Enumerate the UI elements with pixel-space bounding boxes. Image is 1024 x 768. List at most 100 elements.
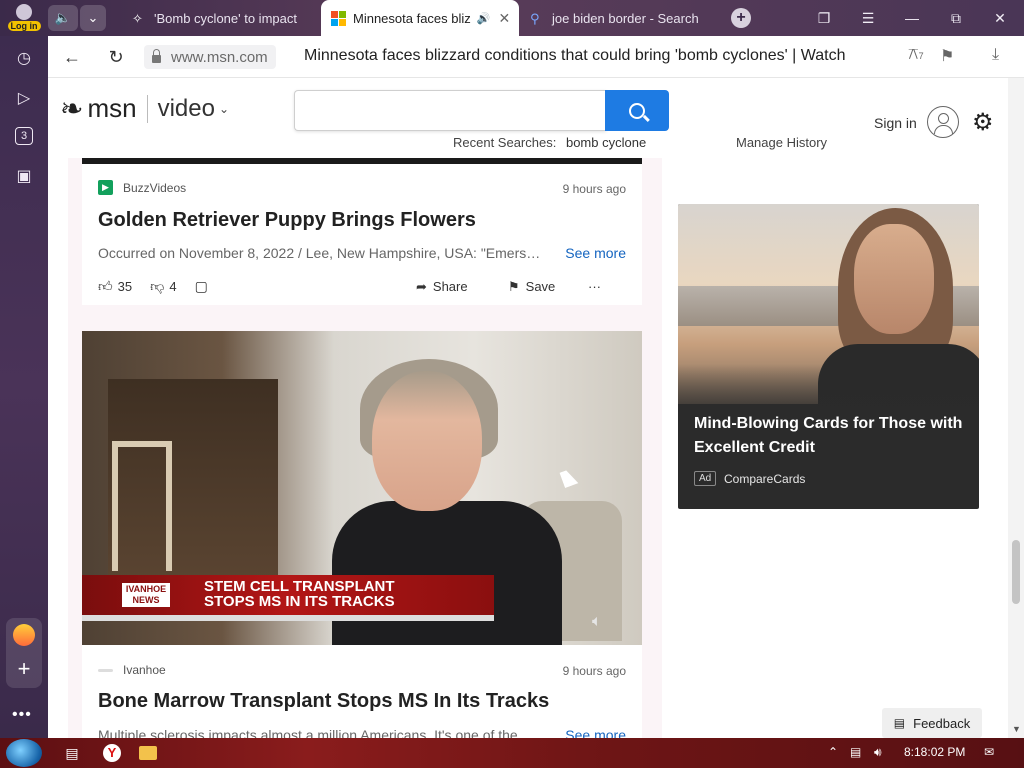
url-domain[interactable]: www.msn.com xyxy=(144,45,276,69)
see-more-link[interactable]: See more xyxy=(565,727,626,738)
page-title[interactable]: Minnesota faces blizzard conditions that… xyxy=(304,47,846,65)
volume-icon[interactable]: 🔊︎ xyxy=(874,745,882,760)
save-label: Save xyxy=(525,279,556,294)
windows-taskbar: ▤ Y ⌃ ▤ 🔊︎ 8:18:02 PM ✉ xyxy=(0,738,1024,768)
chevron-down-icon[interactable]: ⌄ xyxy=(80,5,106,31)
history-icon[interactable]: ◷ xyxy=(12,46,36,70)
collections-icon[interactable]: ❐ xyxy=(804,0,844,36)
comment-button[interactable]: ▢ xyxy=(195,278,213,295)
dislike-button[interactable]: 👎︎ 4 xyxy=(150,278,176,295)
bookmark-icon: ⚑ xyxy=(508,278,520,294)
notifications-icon[interactable]: ✉ xyxy=(984,745,994,759)
back-button[interactable]: ← xyxy=(60,45,84,69)
tab-bomb-cyclone[interactable]: ✧ 'Bomb cyclone' to impact xyxy=(122,0,318,36)
browser-sidebar: ◷ ▷ 3 ▣ + ••• xyxy=(0,36,48,738)
account-avatar-icon[interactable] xyxy=(927,106,959,138)
recent-search-term[interactable]: bomb cyclone xyxy=(566,135,646,150)
tab-label: 'Bomb cyclone' to impact xyxy=(154,10,297,26)
card-description: Multiple sclerosis impacts almost a mill… xyxy=(98,727,530,738)
login-button[interactable]: Log in xyxy=(6,3,42,33)
video-player[interactable]: IVANHOE NEWS STEM CELL TRANSPLANT STOPS … xyxy=(82,331,642,645)
domain-text: www.msn.com xyxy=(171,48,268,66)
protect-count: 7 xyxy=(918,51,924,61)
card-time: 9 hours ago xyxy=(562,664,626,678)
card-title[interactable]: Bone Marrow Transplant Stops MS In Its T… xyxy=(98,690,549,713)
card-title[interactable]: Golden Retriever Puppy Brings Flowers xyxy=(98,209,476,232)
weather-icon[interactable] xyxy=(13,624,35,646)
video-play-icon[interactable]: ▷ xyxy=(12,86,36,110)
browser-tab-bar: Log in 🔈 ⌄ ✧ 'Bomb cyclone' to impact Mi… xyxy=(0,0,1024,36)
video-frame-face xyxy=(372,371,482,511)
msn-logo[interactable]: ❧ msn video ⌄ xyxy=(60,92,229,125)
volume-icon[interactable]: 🔈︎ xyxy=(592,613,602,631)
download-icon[interactable]: ⤓ xyxy=(992,46,999,64)
more-dots-icon[interactable]: ••• xyxy=(12,706,32,724)
menu-icon[interactable]: ☰ xyxy=(848,0,888,36)
comment-icon: ▢ xyxy=(194,278,208,294)
tabs-count-icon[interactable]: 3 xyxy=(12,124,36,148)
source-name[interactable]: Ivanhoe xyxy=(123,663,166,677)
search-button[interactable] xyxy=(605,90,669,131)
clock[interactable]: 8:18:02 PM xyxy=(904,745,965,759)
video-frame-body xyxy=(332,501,562,645)
gear-icon[interactable]: ⚙ xyxy=(972,108,994,137)
more-options-button[interactable]: ··· xyxy=(588,279,601,294)
msn-favicon-icon: ✧ xyxy=(132,11,143,26)
manage-history-link[interactable]: Manage History xyxy=(736,135,827,150)
tab-minnesota[interactable]: Minnesota faces bliz 🔊 ✕ xyxy=(321,0,519,36)
close-window-button[interactable]: ✕ xyxy=(980,0,1020,36)
close-icon[interactable]: ✕ xyxy=(498,10,510,27)
sign-in-link[interactable]: Sign in xyxy=(874,115,917,131)
new-tab-button[interactable]: + xyxy=(731,8,751,28)
web-page: ❧ msn video ⌄ Recent Searches: bomb cycl… xyxy=(48,78,1008,738)
sound-tab-icon[interactable]: 🔈 xyxy=(48,5,78,31)
feedback-button[interactable]: ▤ Feedback xyxy=(882,708,982,738)
recent-searches-label: Recent Searches: xyxy=(453,135,557,150)
restore-button[interactable]: ⧉ xyxy=(936,0,976,36)
like-button[interactable]: 👍︎ 35 xyxy=(98,278,132,295)
screenshot-icon[interactable]: ▣ xyxy=(12,164,36,188)
tab-joe-biden-search[interactable]: ⚲ joe biden border - Search xyxy=(520,0,720,36)
video-frame-chair xyxy=(112,441,172,571)
ad-badge: Ad xyxy=(694,471,717,486)
feedback-icon: ▤ xyxy=(893,716,906,730)
card-actions: 👍︎ 35 👎︎ 4 ▢ ➦ Share ⚑ Save ··· xyxy=(98,278,626,295)
see-more-link[interactable]: See more xyxy=(565,245,626,261)
yandex-browser-icon[interactable]: Y xyxy=(103,744,121,762)
ad-image-face xyxy=(854,224,934,334)
save-button[interactable]: ⚑ Save xyxy=(508,279,555,295)
recent-searches: Recent Searches: bomb cyclone xyxy=(453,135,646,150)
task-view-icon[interactable]: ▤ xyxy=(60,742,84,764)
thumbs-down-icon: 👎︎ xyxy=(150,278,165,294)
share-button[interactable]: ➦ Share xyxy=(416,279,468,295)
speaker-icon[interactable]: 🔊 xyxy=(477,12,491,25)
file-explorer-icon[interactable] xyxy=(139,746,157,760)
chevron-down-icon[interactable]: ⌄ xyxy=(219,102,229,116)
network-icon[interactable]: ▤ xyxy=(850,745,861,759)
sponsored-ad-card[interactable]: Mind-Blowing Cards for Those with Excell… xyxy=(678,204,979,509)
protect-shield-icon[interactable]: ⚻7 xyxy=(908,46,924,64)
msn-butterfly-icon: ❧ xyxy=(60,93,84,124)
scrollbar-thumb[interactable] xyxy=(1012,540,1020,604)
search-input[interactable] xyxy=(294,90,606,131)
ivanhoe-news-logo: IVANHOE NEWS xyxy=(122,583,170,607)
video-card: ▶ BuzzVideos 9 hours ago Golden Retrieve… xyxy=(82,164,642,305)
bookmark-icon[interactable]: ⚑ xyxy=(940,46,954,66)
search-icon xyxy=(629,102,645,119)
source-name[interactable]: BuzzVideos xyxy=(123,181,186,195)
start-button[interactable] xyxy=(6,739,42,767)
login-label: Log in xyxy=(7,21,41,31)
card-source: Ivanhoe xyxy=(98,663,166,677)
ad-title[interactable]: Mind-Blowing Cards for Those with Excell… xyxy=(694,412,964,460)
add-app-button[interactable]: + xyxy=(6,656,42,682)
minimize-button[interactable]: — xyxy=(892,0,932,36)
thumbs-up-icon: 👍︎ xyxy=(98,278,113,294)
scroll-down-arrow-icon[interactable]: ▼ xyxy=(1012,724,1021,734)
msn-header: ❧ msn video ⌄ Recent Searches: bomb cycl… xyxy=(48,78,1008,158)
dislike-count: 4 xyxy=(169,279,177,294)
reload-button[interactable]: ↻ xyxy=(104,45,128,69)
ad-source: CompareCards xyxy=(724,472,806,486)
tray-chevron-icon[interactable]: ⌃ xyxy=(828,745,838,759)
page-scrollbar[interactable]: ▼ xyxy=(1008,78,1024,738)
lower-third-strip xyxy=(82,615,494,621)
